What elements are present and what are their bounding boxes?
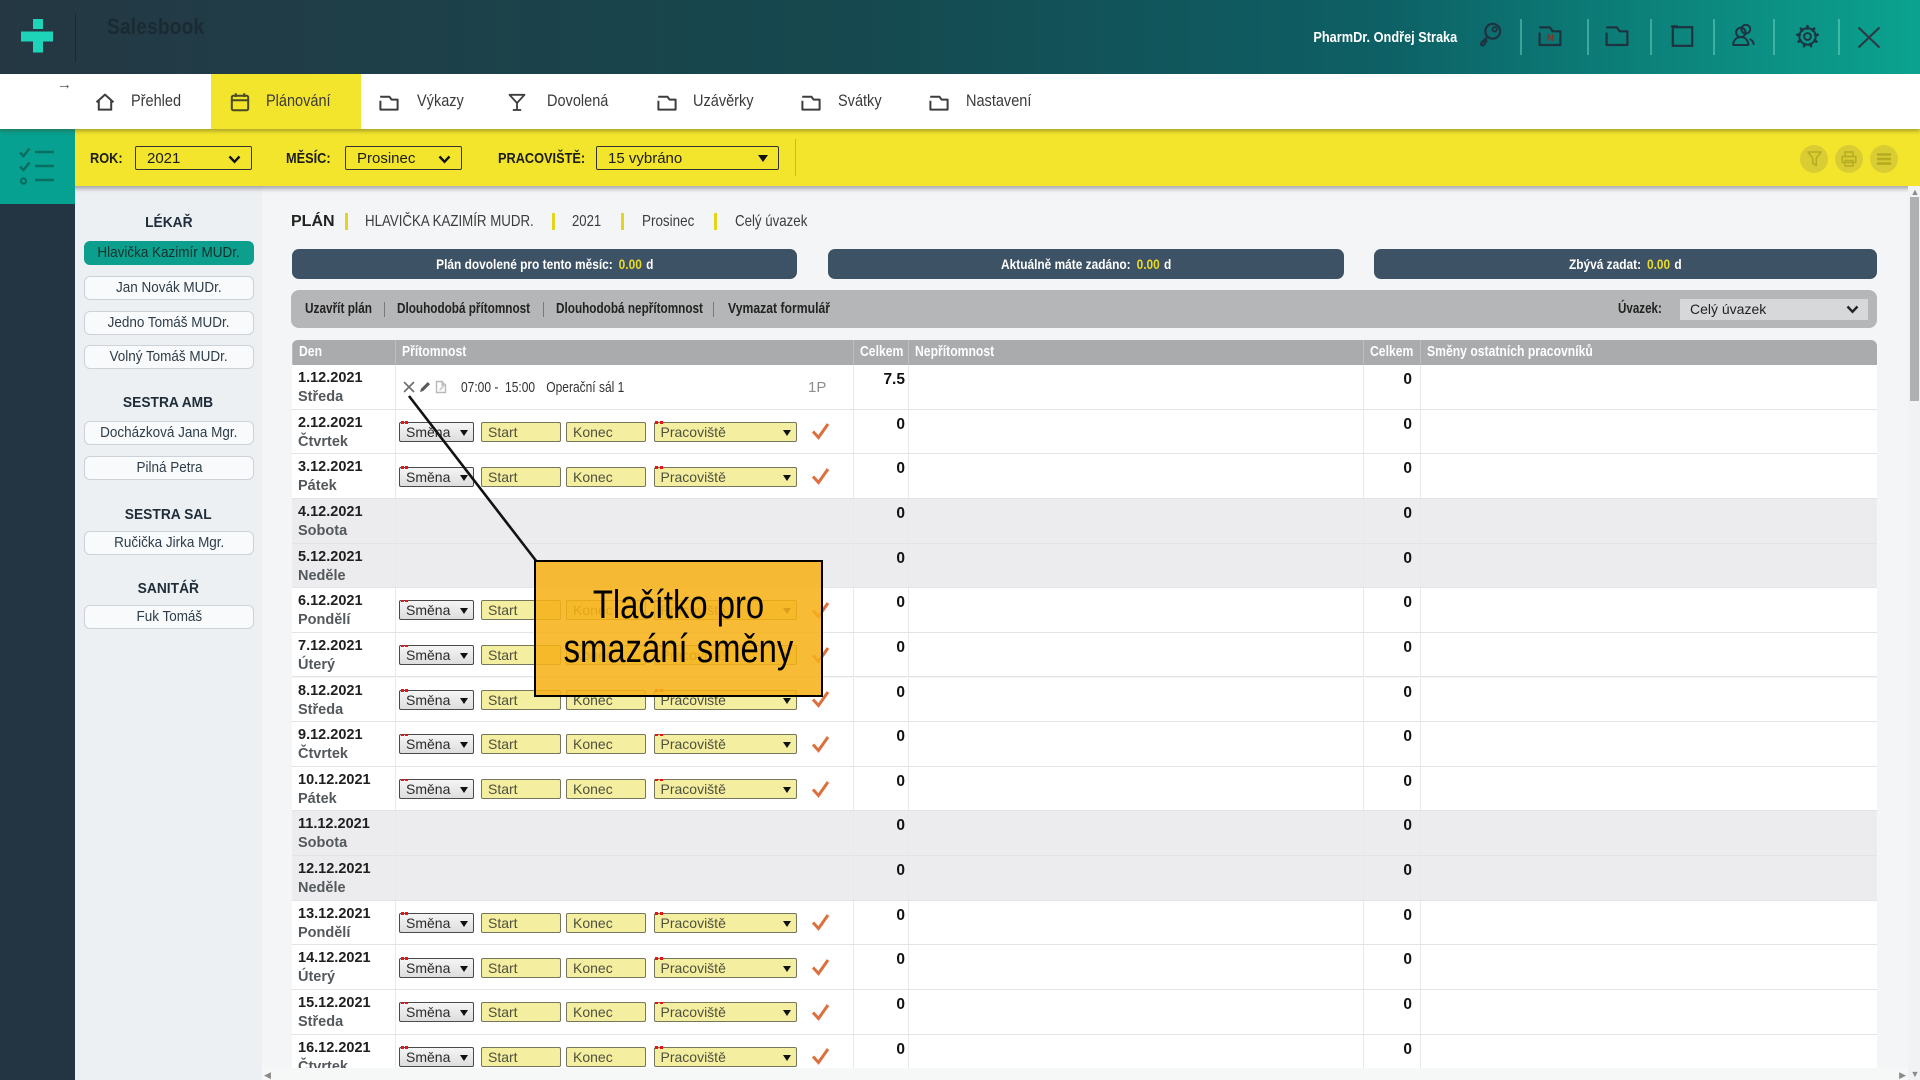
svg-text:N: N [1547, 33, 1554, 44]
